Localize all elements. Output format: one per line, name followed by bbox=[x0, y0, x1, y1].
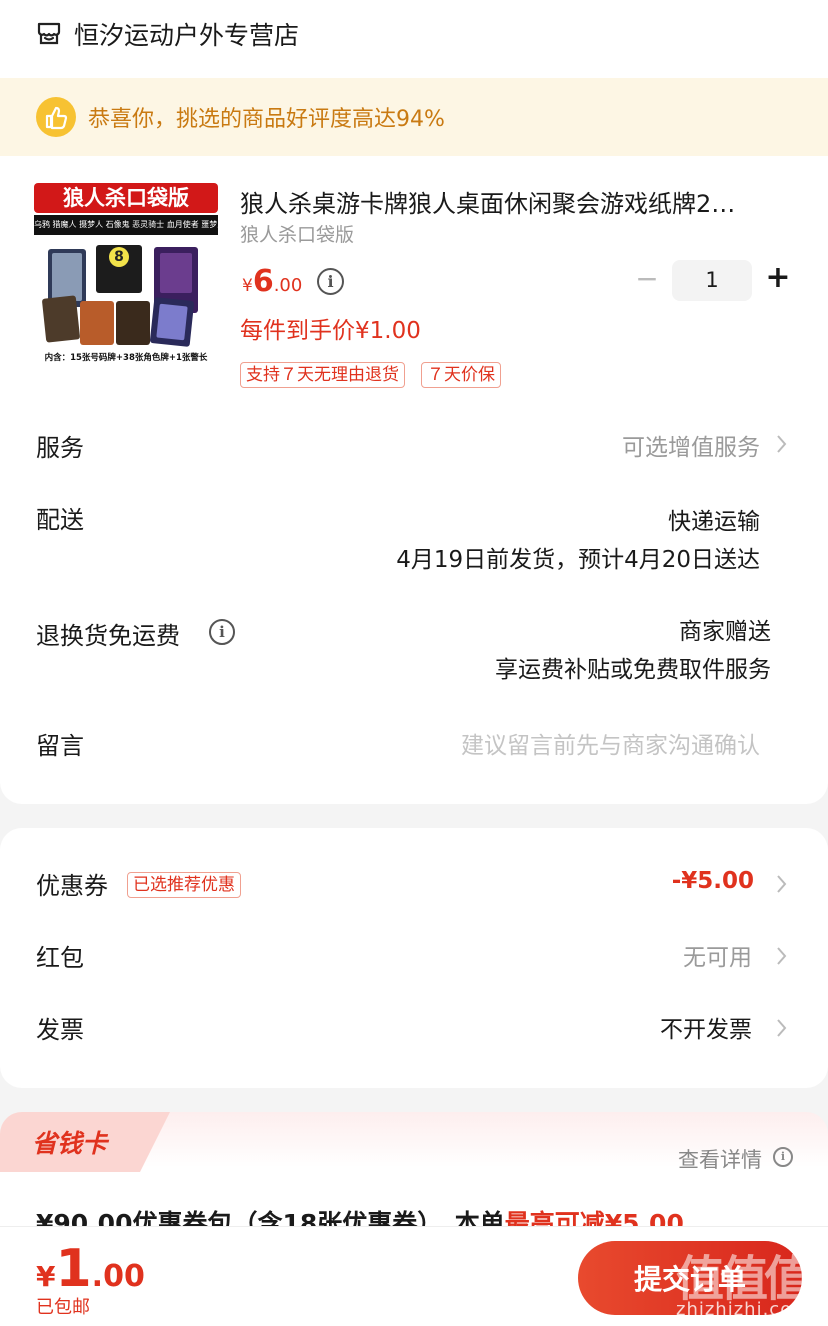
total-decimal: .00 bbox=[91, 1259, 145, 1294]
quantity-minus-button[interactable]: − bbox=[632, 262, 662, 295]
watermark-url: zhizhizhi.com bbox=[676, 1299, 811, 1320]
product-title[interactable]: 狼人杀桌游卡牌狼人桌面休闲聚会游戏纸牌2… bbox=[240, 184, 735, 219]
message-row[interactable]: 留言 建议留言前先与商家沟通确认 bbox=[0, 720, 828, 780]
returns-info-icon[interactable]: i bbox=[209, 619, 235, 645]
redpacket-value: 无可用 bbox=[683, 945, 752, 971]
banner-message: 恭喜你，挑选的商品好评度高达 bbox=[88, 107, 397, 132]
tag-price-protection: ７天价保 bbox=[421, 362, 501, 388]
product-image-roles: 乌鸦 猎魔人 摄梦人 石像鬼 恶灵骑士 血月使者 噩梦之影 bbox=[34, 215, 218, 235]
savings-card-title: 省钱卡 bbox=[32, 1129, 108, 1158]
order-card: 狼人杀口袋版 乌鸦 猎魔人 摄梦人 石像鬼 恶灵骑士 血月使者 噩梦之影 8 内… bbox=[0, 156, 828, 804]
shop-name[interactable]: 恒汐运动户外专营店 bbox=[74, 16, 299, 52]
price-decimal: .00 bbox=[273, 275, 303, 296]
invoice-value: 不开发票 bbox=[660, 1017, 752, 1043]
service-row[interactable]: 服务 可选增值服务 bbox=[0, 418, 828, 478]
message-input[interactable]: 建议留言前先与商家沟通确认 bbox=[461, 726, 760, 760]
total-integer: 1 bbox=[55, 1239, 92, 1299]
coupon-row[interactable]: 优惠券 已选推荐优惠 -¥5.00 bbox=[0, 860, 828, 910]
invoice-label: 发票 bbox=[36, 1016, 84, 1044]
coupon-badge: 已选推荐优惠 bbox=[127, 872, 241, 898]
chevron-right-icon bbox=[776, 434, 788, 454]
total-price: ¥1.00 bbox=[36, 1239, 145, 1299]
price-symbol: ¥ bbox=[242, 276, 253, 296]
banner-percent: 94% bbox=[396, 107, 445, 132]
returns-label: 退换货免运费 bbox=[36, 622, 180, 650]
price-integer: 6 bbox=[252, 264, 274, 299]
coupon-label: 优惠券 bbox=[36, 872, 108, 900]
product-image[interactable]: 狼人杀口袋版 乌鸦 猎魔人 摄梦人 石像鬼 恶灵骑士 血月使者 噩梦之影 8 内… bbox=[34, 183, 218, 367]
final-price: 每件到手价¥1.00 bbox=[240, 318, 421, 344]
savings-card-detail-link[interactable]: 查看详情 bbox=[678, 1144, 762, 1174]
product-spec[interactable]: 狼人杀口袋版 bbox=[240, 220, 354, 247]
chevron-right-icon bbox=[776, 1018, 788, 1038]
discounts-card: 优惠券 已选推荐优惠 -¥5.00 红包 无可用 发票 不开发票 bbox=[0, 828, 828, 1088]
invoice-row[interactable]: 发票 不开发票 bbox=[0, 1004, 828, 1054]
quantity-input[interactable]: 1 bbox=[672, 260, 752, 301]
product-image-card-number: 8 bbox=[109, 247, 129, 267]
rating-banner: 恭喜你，挑选的商品好评度高达94% bbox=[0, 78, 828, 156]
service-value: 可选增值服务 bbox=[622, 435, 760, 461]
product-price: ¥6.00 bbox=[242, 264, 302, 299]
returns-value-primary: 商家赠送 bbox=[679, 619, 771, 645]
shop-header[interactable]: 恒汐运动户外专营店 bbox=[0, 0, 828, 78]
chevron-right-icon bbox=[776, 874, 788, 894]
product-image-footer: 内含：15张号码牌+38张角色牌+1张警长 bbox=[44, 353, 208, 363]
message-label: 留言 bbox=[36, 732, 84, 760]
shipping-note: 已包邮 bbox=[36, 1297, 90, 1318]
redpacket-label: 红包 bbox=[36, 944, 84, 972]
thumbs-up-icon bbox=[36, 97, 76, 137]
returns-row[interactable]: 退换货免运费 i 商家赠送 享运费补贴或免费取件服务 bbox=[0, 606, 828, 696]
total-symbol: ¥ bbox=[36, 1260, 56, 1293]
delivery-label: 配送 bbox=[36, 506, 84, 534]
delivery-schedule: 4月19日前发货，预计4月20日送达 bbox=[396, 547, 760, 573]
tag-return-policy: 支持７天无理由退货 bbox=[240, 362, 405, 388]
quantity-plus-button[interactable]: + bbox=[763, 260, 793, 295]
delivery-row[interactable]: 配送 快递运输 4月19日前发货，预计4月20日送达 bbox=[0, 492, 828, 582]
delivery-method: 快递运输 bbox=[668, 509, 760, 535]
checkout-bar: ¥1.00 已包邮 提交订单 值值值 zhizhizhi.com bbox=[0, 1226, 828, 1326]
banner-text: 恭喜你，挑选的商品好评度高达94% bbox=[88, 101, 445, 133]
returns-value-secondary: 享运费补贴或免费取件服务 bbox=[495, 657, 771, 683]
savings-detail-info-icon[interactable]: i bbox=[773, 1147, 793, 1167]
product-image-title: 狼人杀口袋版 bbox=[34, 183, 218, 213]
service-label: 服务 bbox=[36, 434, 84, 462]
redpacket-row[interactable]: 红包 无可用 bbox=[0, 932, 828, 982]
price-info-icon[interactable]: i bbox=[317, 268, 344, 295]
chevron-right-icon bbox=[776, 946, 788, 966]
coupon-value: -¥5.00 bbox=[671, 868, 754, 894]
shop-icon bbox=[36, 20, 62, 46]
